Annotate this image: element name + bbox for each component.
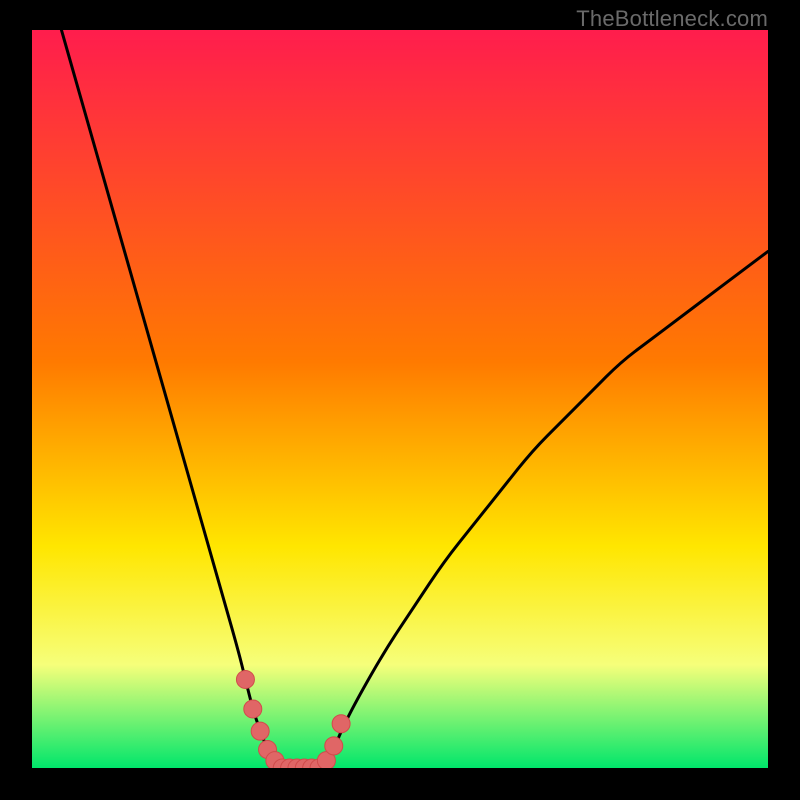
right-curve bbox=[319, 251, 768, 768]
left-curve bbox=[61, 30, 282, 768]
plot-area bbox=[32, 30, 768, 768]
trough-markers bbox=[236, 670, 350, 768]
trough-marker bbox=[251, 722, 269, 740]
trough-marker bbox=[332, 715, 350, 733]
trough-marker bbox=[236, 670, 254, 688]
watermark-label: TheBottleneck.com bbox=[576, 6, 768, 32]
trough-marker bbox=[244, 700, 262, 718]
chart-svg bbox=[32, 30, 768, 768]
chart-frame: TheBottleneck.com bbox=[0, 0, 800, 800]
trough-marker bbox=[325, 737, 343, 755]
